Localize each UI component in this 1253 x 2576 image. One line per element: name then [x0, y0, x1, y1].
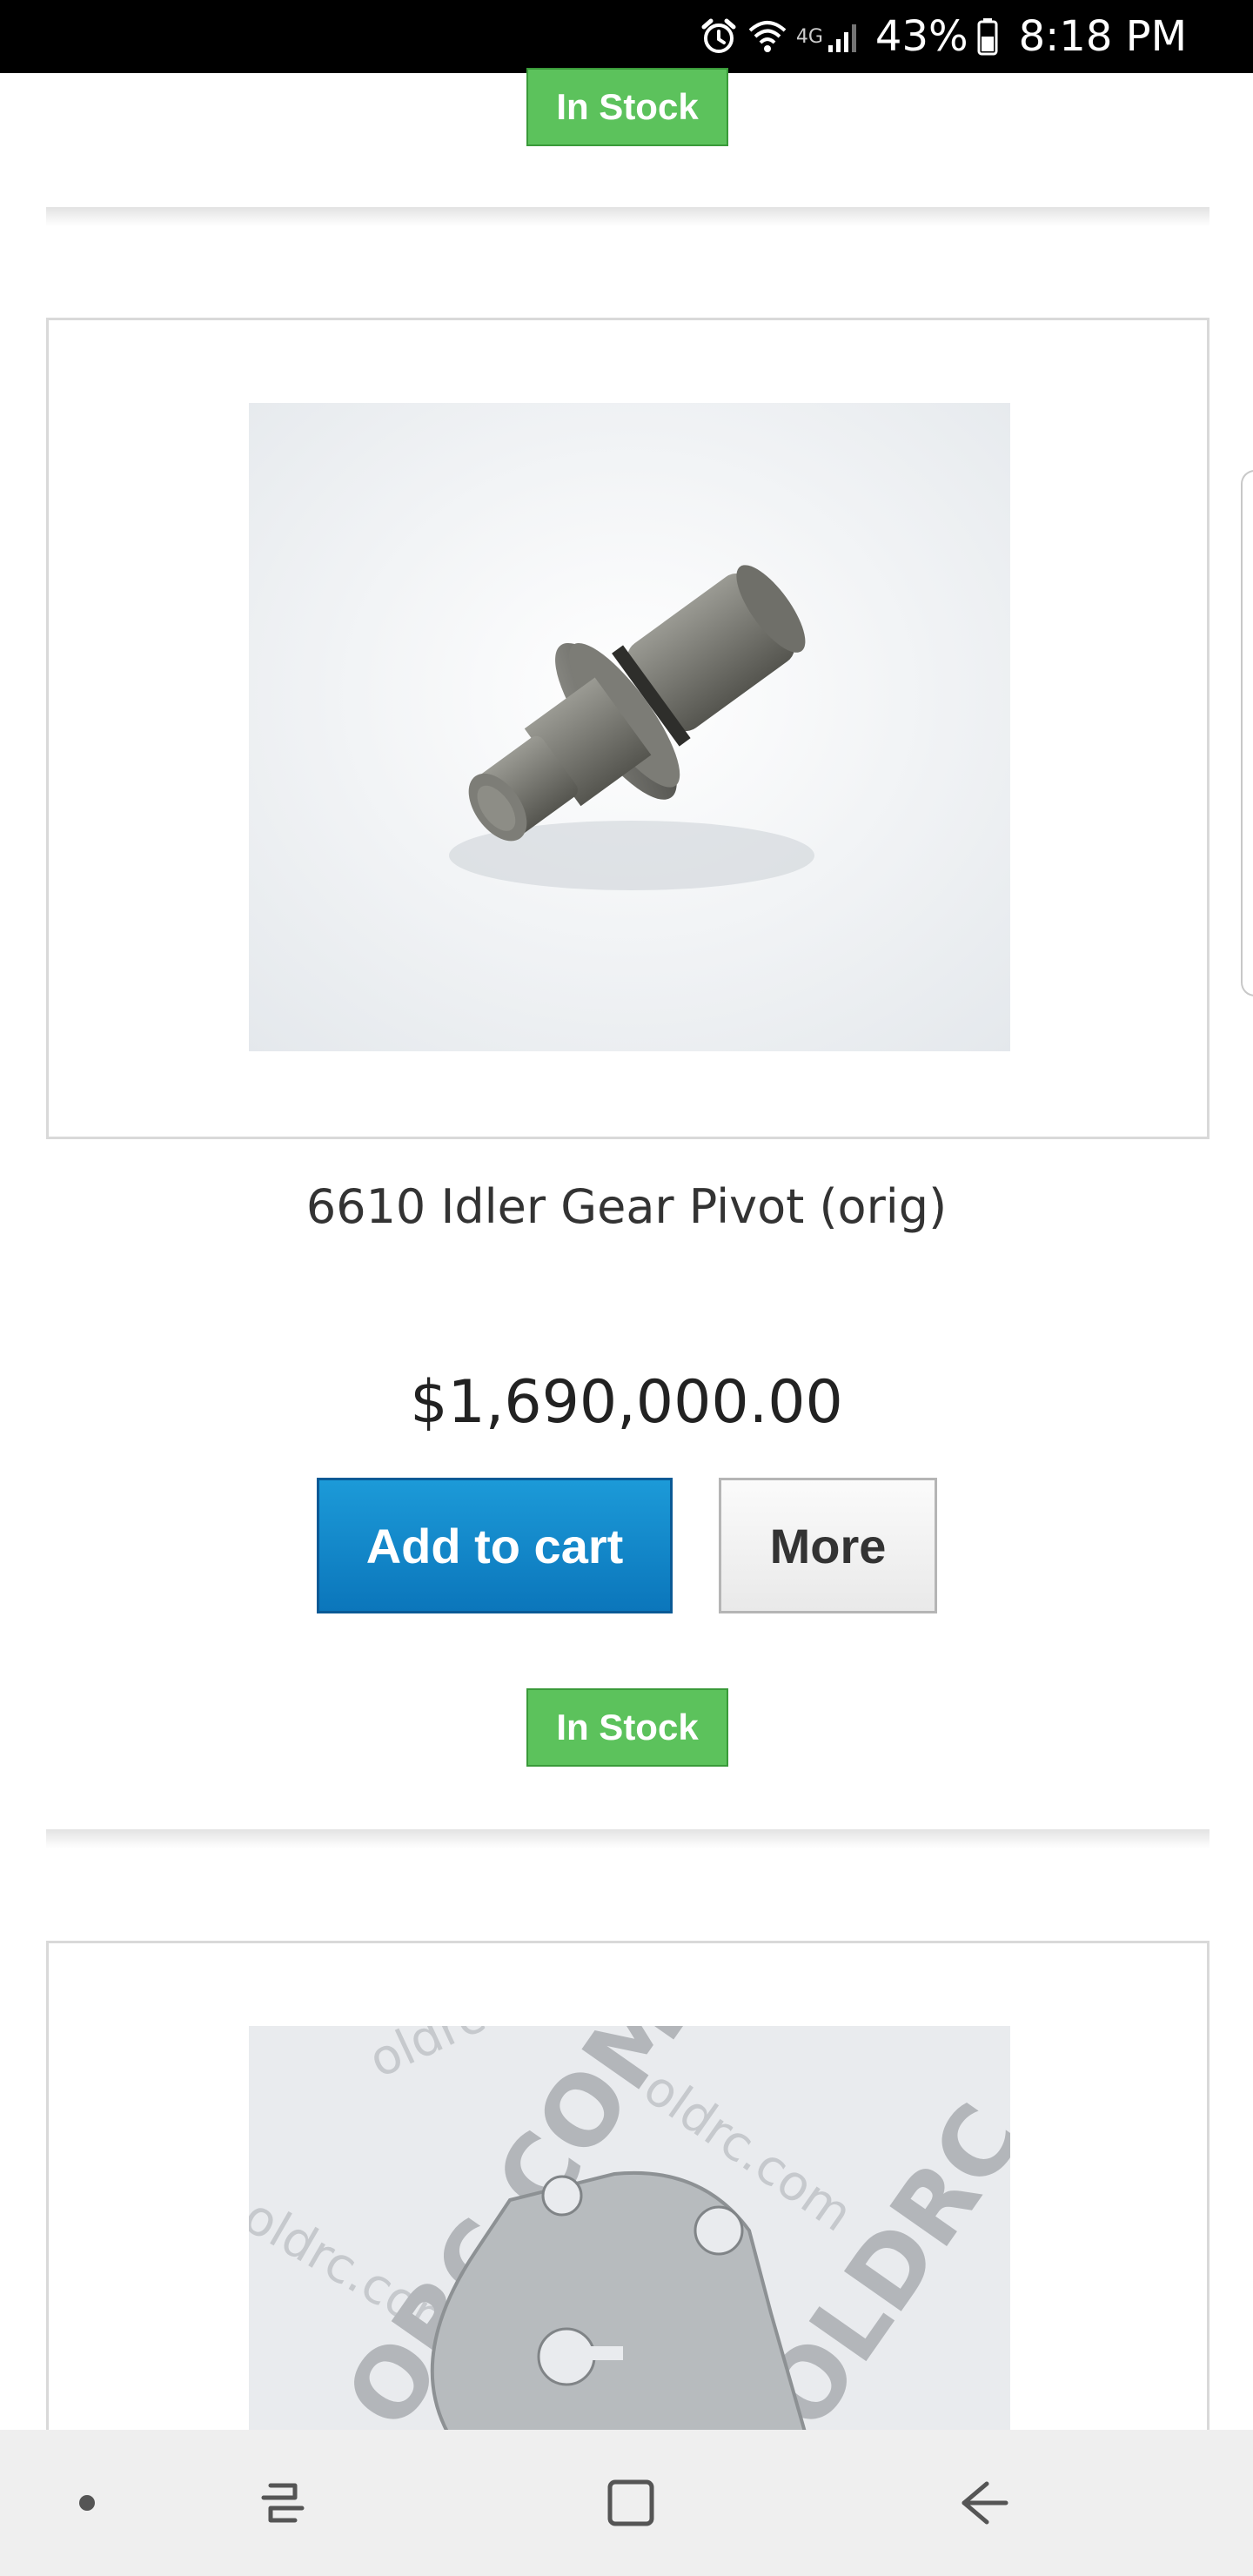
signal-icon [827, 19, 861, 54]
back-icon[interactable] [935, 2430, 1031, 2576]
add-to-cart-button[interactable]: Add to cart [317, 1478, 673, 1613]
more-button[interactable]: More [719, 1478, 937, 1613]
product-image[interactable] [249, 403, 1010, 1051]
recent-apps-icon[interactable] [235, 2430, 331, 2576]
product-divider [46, 207, 1209, 226]
battery-percent: 43% [874, 12, 968, 61]
product-image-frame[interactable]: oldrc.com oldrc.com oldrc.com ORC.COM OL… [46, 1941, 1209, 2498]
network-type-label: 4G [795, 25, 823, 48]
status-bar: 4G 43% 8:18 PM [0, 0, 1253, 73]
dot-icon[interactable] [52, 2430, 122, 2576]
battery-icon [977, 17, 998, 56]
edge-panel-handle[interactable] [1241, 470, 1253, 996]
stock-badge: In Stock [526, 68, 728, 146]
product-image-frame[interactable] [46, 318, 1209, 1139]
home-icon[interactable] [583, 2430, 679, 2576]
alarm-icon [699, 17, 739, 57]
product-price: $1,690,000.00 [410, 1368, 843, 1437]
navigation-bar [0, 2430, 1253, 2576]
clock: 8:18 PM [1018, 12, 1187, 61]
stock-badge: In Stock [526, 1688, 728, 1767]
product-title[interactable]: 6610 Idler Gear Pivot (orig) [0, 1179, 1253, 1234]
wifi-icon [747, 17, 787, 57]
status-icons: 4G 43% 8:18 PM [699, 0, 1187, 73]
product-image[interactable]: oldrc.com oldrc.com oldrc.com ORC.COM OL… [249, 2026, 1010, 2435]
product-divider [46, 1829, 1209, 1848]
